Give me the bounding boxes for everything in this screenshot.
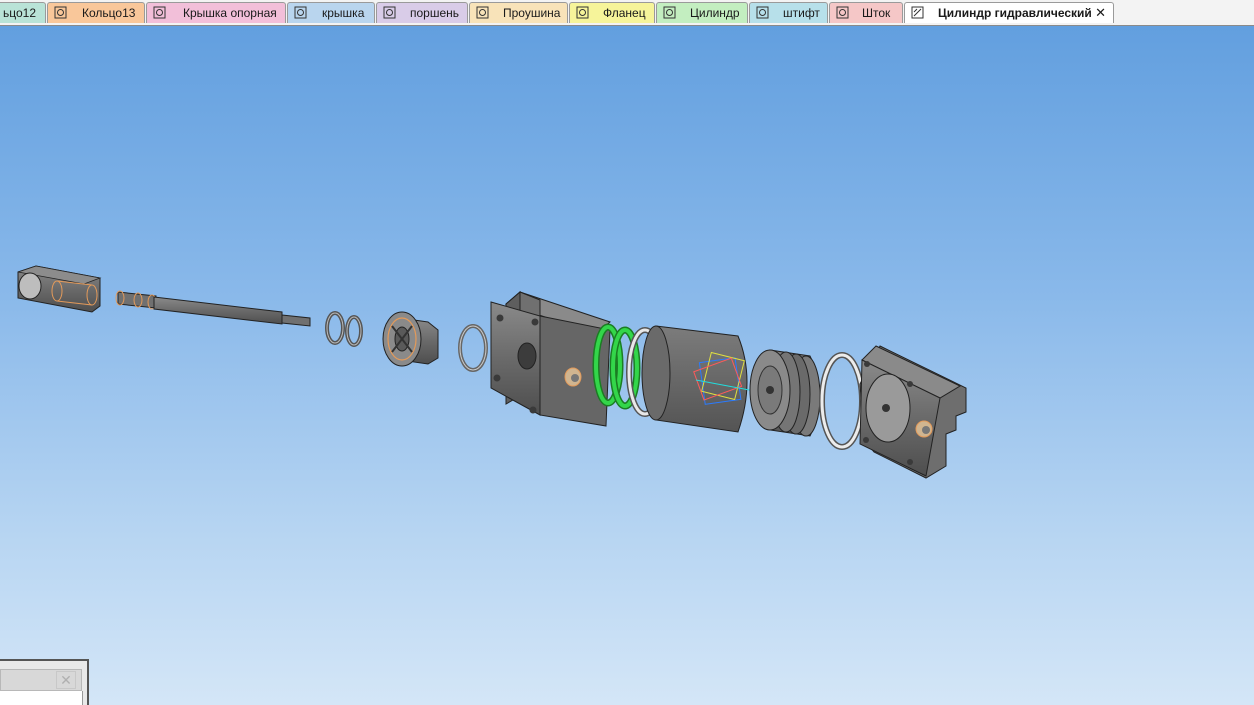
part-document-icon [756, 6, 769, 19]
tab-label: крышка [322, 6, 365, 20]
assembly-document-icon [911, 6, 924, 19]
docked-panel: ✕ [0, 659, 89, 705]
tab-koltso12[interactable]: ьцо12 [0, 2, 46, 23]
support-cover-part[interactable] [859, 345, 967, 479]
part-document-icon [836, 6, 849, 19]
tab-kryshka-opornaya[interactable]: Крышка опорная [146, 2, 286, 23]
3d-model-viewport[interactable] [0, 26, 1254, 705]
o-ring-medium[interactable] [458, 324, 488, 372]
tab-kryshka[interactable]: крышка [287, 2, 375, 23]
tab-porshen[interactable]: поршень [376, 2, 468, 23]
part-document-icon [476, 6, 489, 19]
tab-label: штифт [783, 6, 820, 20]
tab-label: Фланец [603, 6, 646, 20]
o-ring-small-2[interactable] [345, 315, 363, 347]
close-tab-icon[interactable]: ✕ [1095, 3, 1106, 23]
tab-label: Цилиндр [690, 6, 740, 20]
part-document-icon [153, 6, 166, 19]
part-document-icon [663, 6, 676, 19]
cover-part[interactable] [382, 311, 439, 367]
tab-label: поршень [410, 6, 460, 20]
tab-flanets[interactable]: Фланец [569, 2, 655, 23]
part-document-icon [383, 6, 396, 19]
tab-label: ьцо12 [3, 6, 37, 20]
document-tab-bar: ьцо12 Кольцо13 Крышка опорная крышка пор… [0, 0, 1254, 26]
tab-proushina[interactable]: Проушина [469, 2, 568, 23]
tab-shtok[interactable]: Шток [829, 2, 903, 23]
tab-label: Проушина [503, 6, 561, 20]
panel-body [0, 691, 83, 705]
eye-part[interactable] [17, 265, 102, 313]
o-ring-white-2[interactable] [819, 352, 865, 450]
tab-shtift[interactable]: штифт [749, 2, 828, 23]
tab-label: Шток [862, 6, 891, 20]
tab-tsilindr-gidravlicheskiy[interactable]: Цилиндр гидравлический ✕ [904, 2, 1114, 23]
part-document-icon [54, 6, 67, 19]
exploded-assembly-view [17, 265, 967, 479]
o-ring-small-1[interactable] [325, 311, 345, 345]
tab-koltso13[interactable]: Кольцо13 [47, 2, 145, 23]
tab-label: Цилиндр гидравлический [938, 6, 1092, 20]
tab-label: Кольцо13 [82, 6, 136, 20]
tab-label: Крышка опорная [183, 6, 277, 20]
part-document-icon [576, 6, 589, 19]
part-document-icon [294, 6, 307, 19]
close-icon[interactable]: ✕ [56, 671, 76, 689]
flange-part[interactable] [490, 290, 611, 427]
piston-part[interactable] [749, 349, 821, 437]
cylinder-part[interactable] [641, 325, 761, 433]
tab-tsilindr[interactable]: Цилиндр [656, 2, 748, 23]
piston-rod-part[interactable] [115, 290, 311, 327]
